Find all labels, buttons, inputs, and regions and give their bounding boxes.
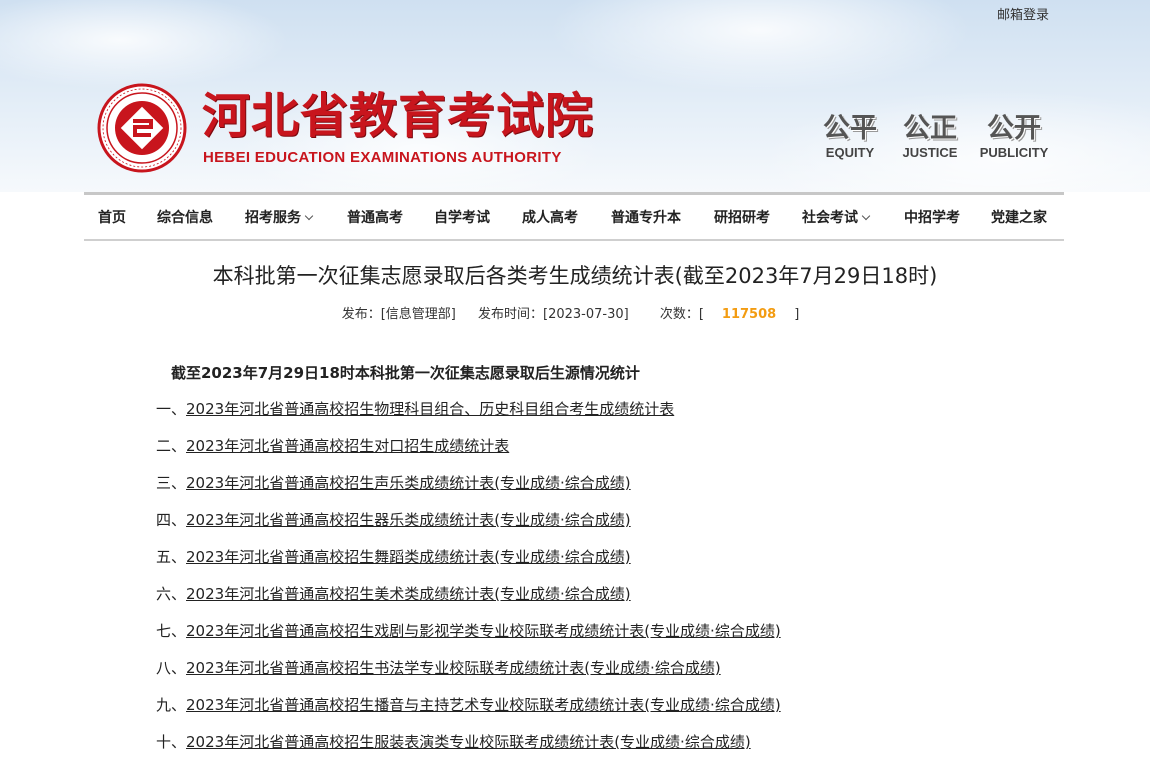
- list-item: 四、2023年河北省普通高校招生器乐类成绩统计表(专业成绩·综合成绩): [156, 509, 781, 546]
- chevron-down-icon: [861, 211, 871, 221]
- report-link[interactable]: 2023年河北省普通高校招生声乐类成绩统计表(专业成绩·综合成绩): [186, 474, 631, 492]
- motto-en: EQUITY: [825, 145, 875, 160]
- list-item: 一、2023年河北省普通高校招生物理科目组合、历史科目组合考生成绩统计表: [156, 398, 781, 435]
- list-item-number: 二、: [156, 437, 187, 455]
- list-item-number: 五、: [156, 548, 187, 566]
- chevron-down-icon: [304, 211, 314, 221]
- list-item-number: 八、: [156, 659, 187, 677]
- mail-login-link[interactable]: 邮箱登录: [997, 4, 1049, 23]
- list-item-number: 十、: [156, 733, 187, 751]
- list-item-number: 七、: [156, 622, 187, 640]
- list-item: 七、2023年河北省普通高校招生戏剧与影视学类专业校际联考成绩统计表(专业成绩·…: [156, 620, 781, 657]
- motto-cn: 公开: [987, 113, 1041, 144]
- nav-label: 中招学考: [904, 210, 960, 226]
- view-count-suffix: ]: [794, 307, 800, 322]
- nav-item-self-study-exam[interactable]: 自学考试: [434, 195, 490, 239]
- nav-item-adult-exam[interactable]: 成人高考: [522, 195, 578, 239]
- list-item: 八、2023年河北省普通高校招生书法学专业校际联考成绩统计表(专业成绩·综合成绩…: [156, 657, 781, 694]
- nav-item-zhongkao[interactable]: 中招学考: [904, 195, 960, 239]
- nav-label: 社会考试: [802, 210, 858, 226]
- motto-equity: 公平 EQUITY: [810, 113, 890, 161]
- view-count-value: 117508: [721, 307, 777, 322]
- nav-item-upgrade-exam[interactable]: 普通专升本: [611, 195, 681, 239]
- motto-en: JUSTICE: [902, 145, 958, 160]
- nav-item-graduate-exam[interactable]: 研招研考: [714, 195, 770, 239]
- list-item: 六、2023年河北省普通高校招生美术类成绩统计表(专业成绩·综合成绩): [156, 583, 781, 620]
- nav-item-exam-services[interactable]: 招考服务: [245, 195, 314, 239]
- list-item: 九、2023年河北省普通高校招生播音与主持艺术专业校际联考成绩统计表(专业成绩·…: [156, 694, 781, 731]
- nav-item-party-home[interactable]: 党建之家: [991, 195, 1047, 239]
- list-item: 二、2023年河北省普通高校招生对口招生成绩统计表: [156, 435, 781, 472]
- report-link[interactable]: 2023年河北省普通高校招生舞蹈类成绩统计表(专业成绩·综合成绩): [186, 548, 631, 566]
- site-name-en: HEBEI EDUCATION EXAMINATIONS AUTHORITY: [203, 149, 562, 166]
- article-title: 本科批第一次征集志愿录取后各类考生成绩统计表(截至2023年7月29日18时): [212, 264, 938, 288]
- list-item: 三、2023年河北省普通高校招生声乐类成绩统计表(专业成绩·综合成绩): [156, 472, 781, 509]
- site-name-cn: 河北省教育考试院: [202, 88, 595, 144]
- motto-justice: 公正 JUSTICE: [890, 113, 970, 161]
- nav-label: 党建之家: [991, 210, 1047, 226]
- site-header: 邮箱登录 河北省教育考试院 HEBEI EDUCATION EXAMINATIO…: [0, 0, 1150, 192]
- view-count: 次数：[ 117508]: [651, 307, 808, 322]
- list-item: 五、2023年河北省普通高校招生舞蹈类成绩统计表(专业成绩·综合成绩): [156, 546, 781, 583]
- report-link[interactable]: 2023年河北省普通高校招生美术类成绩统计表(专业成绩·综合成绩): [186, 585, 631, 603]
- nav-item-general-info[interactable]: 综合信息: [157, 195, 213, 239]
- motto-cn: 公平: [823, 113, 877, 144]
- publish-time: 发布时间：[2023-07-30]: [478, 307, 629, 322]
- list-item-number: 六、: [156, 585, 187, 603]
- main-nav: 首页 综合信息 招考服务 普通高考 自学考试 成人高考 普通专升本 研招研考 社…: [84, 192, 1064, 241]
- report-link[interactable]: 2023年河北省普通高校招生播音与主持艺术专业校际联考成绩统计表(专业成绩·综合…: [186, 696, 781, 714]
- nav-label: 普通高考: [347, 210, 403, 226]
- nav-item-gaokao[interactable]: 普通高考: [347, 195, 403, 239]
- nav-label: 自学考试: [434, 210, 490, 226]
- nav-label: 首页: [98, 210, 126, 226]
- report-link[interactable]: 2023年河北省普通高校招生器乐类成绩统计表(专业成绩·综合成绩): [186, 511, 631, 529]
- list-item-number: 四、: [156, 511, 187, 529]
- nav-label: 普通专升本: [611, 210, 681, 226]
- motto-cn: 公正: [903, 113, 957, 144]
- motto-publicity: 公开 PUBLICITY: [974, 113, 1054, 161]
- publisher: 发布：[信息管理部]: [341, 307, 456, 322]
- nav-label: 研招研考: [714, 210, 770, 226]
- report-link-list: 一、2023年河北省普通高校招生物理科目组合、历史科目组合考生成绩统计表 二、2…: [156, 398, 781, 768]
- list-item-number: 一、: [156, 400, 187, 418]
- nav-label: 成人高考: [522, 210, 578, 226]
- nav-label: 综合信息: [157, 210, 213, 226]
- report-link[interactable]: 2023年河北省普通高校招生服装表演类专业校际联考成绩统计表(专业成绩·综合成绩…: [186, 733, 751, 751]
- section-heading: 截至2023年7月29日18时本科批第一次征集志愿录取后生源情况统计: [171, 364, 640, 382]
- authority-seal-icon: [97, 83, 187, 173]
- report-link[interactable]: 2023年河北省普通高校招生书法学专业校际联考成绩统计表(专业成绩·综合成绩): [186, 659, 721, 677]
- article-meta: 发布：[信息管理部] 发布时间：[2023-07-30] 次数：[ 117508]: [0, 303, 1150, 322]
- nav-item-social-exam[interactable]: 社会考试: [802, 195, 871, 239]
- nav-label: 招考服务: [245, 210, 301, 226]
- list-item-number: 三、: [156, 474, 187, 492]
- list-item-number: 九、: [156, 696, 187, 714]
- report-link[interactable]: 2023年河北省普通高校招生对口招生成绩统计表: [186, 437, 509, 455]
- report-link[interactable]: 2023年河北省普通高校招生戏剧与影视学类专业校际联考成绩统计表(专业成绩·综合…: [186, 622, 781, 640]
- nav-item-home[interactable]: 首页: [98, 195, 126, 239]
- motto-en: PUBLICITY: [979, 145, 1049, 160]
- view-count-prefix: 次数：[: [659, 307, 704, 322]
- report-link[interactable]: 2023年河北省普通高校招生物理科目组合、历史科目组合考生成绩统计表: [186, 400, 674, 418]
